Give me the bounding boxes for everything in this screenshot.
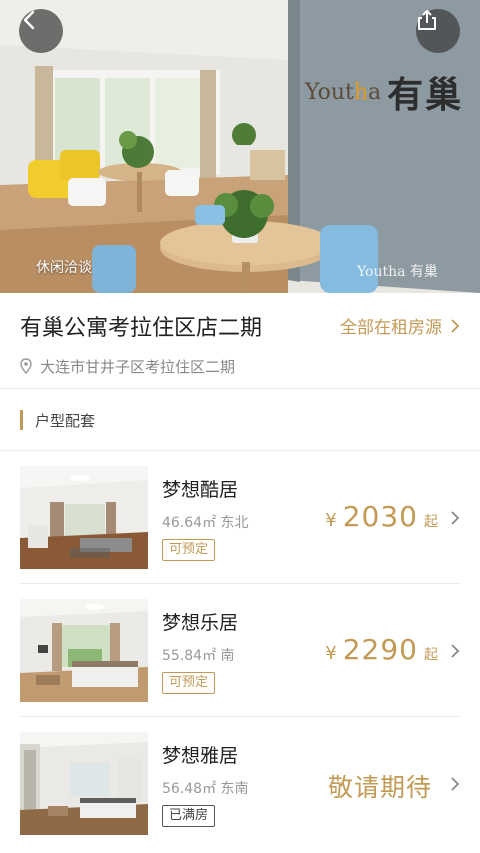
currency-symbol: ¥ xyxy=(325,643,337,664)
coming-soon-label: 敬请期待 xyxy=(327,773,432,802)
store-header: 有巢公寓考拉住区店二期 全部在租房源 xyxy=(0,293,480,355)
share-icon xyxy=(418,10,436,30)
room-thumbnail xyxy=(20,599,148,702)
room-orientation: 东北 xyxy=(220,515,249,531)
divider xyxy=(0,450,480,451)
chevron-right-icon xyxy=(451,777,460,791)
section-accent-bar xyxy=(20,410,23,430)
hero-photo: Youtha 有巢 休闲洽谈 Youtha 有巢 xyxy=(0,0,480,293)
photo-watermark: Youtha 有巢 xyxy=(357,264,438,280)
share-button[interactable] xyxy=(416,9,460,53)
room-orientation: 东南 xyxy=(220,781,249,797)
room-spec: 55.84㎡ 南 xyxy=(162,645,235,665)
chevron-right-icon xyxy=(451,511,460,525)
room-card[interactable]: 梦想酷居 46.64㎡ 东北 可预定 ¥ 2030 起 xyxy=(20,466,460,584)
price-value: 2290 xyxy=(342,633,418,666)
divider xyxy=(20,716,460,717)
status-badge: 已满房 xyxy=(162,805,216,827)
price-suffix: 起 xyxy=(424,514,438,530)
chevron-left-icon xyxy=(23,10,35,30)
chevron-right-icon xyxy=(451,318,460,333)
location-pin-icon xyxy=(20,358,32,374)
room-price: ¥ 2290 起 xyxy=(325,633,438,666)
divider xyxy=(20,583,460,584)
room-card[interactable]: 梦想雅居 56.48㎡ 东南 已满房 敬请期待 xyxy=(20,732,460,842)
room-name: 梦想雅居 xyxy=(162,745,239,767)
section-title: 户型配套 xyxy=(35,411,96,430)
status-badge: 可预定 xyxy=(162,539,216,561)
section-header: 户型配套 xyxy=(20,408,95,432)
wall-brand-en: Youtha xyxy=(305,79,382,105)
store-title: 有巢公寓考拉住区店二期 xyxy=(20,316,263,341)
room-thumbnail xyxy=(20,466,148,569)
room-name: 梦想酷居 xyxy=(162,479,239,501)
room-area: 46.64㎡ xyxy=(162,515,217,531)
room-orientation: 南 xyxy=(220,648,235,664)
status-badge: 可预定 xyxy=(162,672,216,694)
room-area: 56.48㎡ xyxy=(162,781,217,797)
chevron-right-icon xyxy=(451,644,460,658)
room-area: 55.84㎡ xyxy=(162,648,217,664)
room-thumbnail xyxy=(20,732,148,835)
all-listings-link[interactable]: 全部在租房源 xyxy=(340,313,460,338)
room-card[interactable]: 梦想乐居 55.84㎡ 南 可预定 ¥ 2290 起 xyxy=(20,599,460,717)
room-spec: 46.64㎡ 东北 xyxy=(162,512,249,532)
price-value: 2030 xyxy=(342,500,418,533)
divider xyxy=(0,388,480,389)
lounge-photo xyxy=(0,0,480,293)
room-price: ¥ 2030 起 xyxy=(325,500,438,533)
photo-caption: 休闲洽谈 xyxy=(36,260,92,276)
currency-symbol: ¥ xyxy=(325,510,337,531)
address-row[interactable]: 大连市甘井子区考拉住区二期 xyxy=(20,355,235,377)
wall-brand-cn: 有巢 xyxy=(387,75,464,116)
all-listings-label: 全部在租房源 xyxy=(340,318,442,338)
price-suffix: 起 xyxy=(424,647,438,663)
wall-brand-logo: Youtha 有巢 xyxy=(305,66,463,118)
address-text: 大连市甘井子区考拉住区二期 xyxy=(40,357,236,376)
room-name: 梦想乐居 xyxy=(162,612,239,634)
room-spec: 56.48㎡ 东南 xyxy=(162,778,249,798)
back-button[interactable] xyxy=(19,9,63,53)
